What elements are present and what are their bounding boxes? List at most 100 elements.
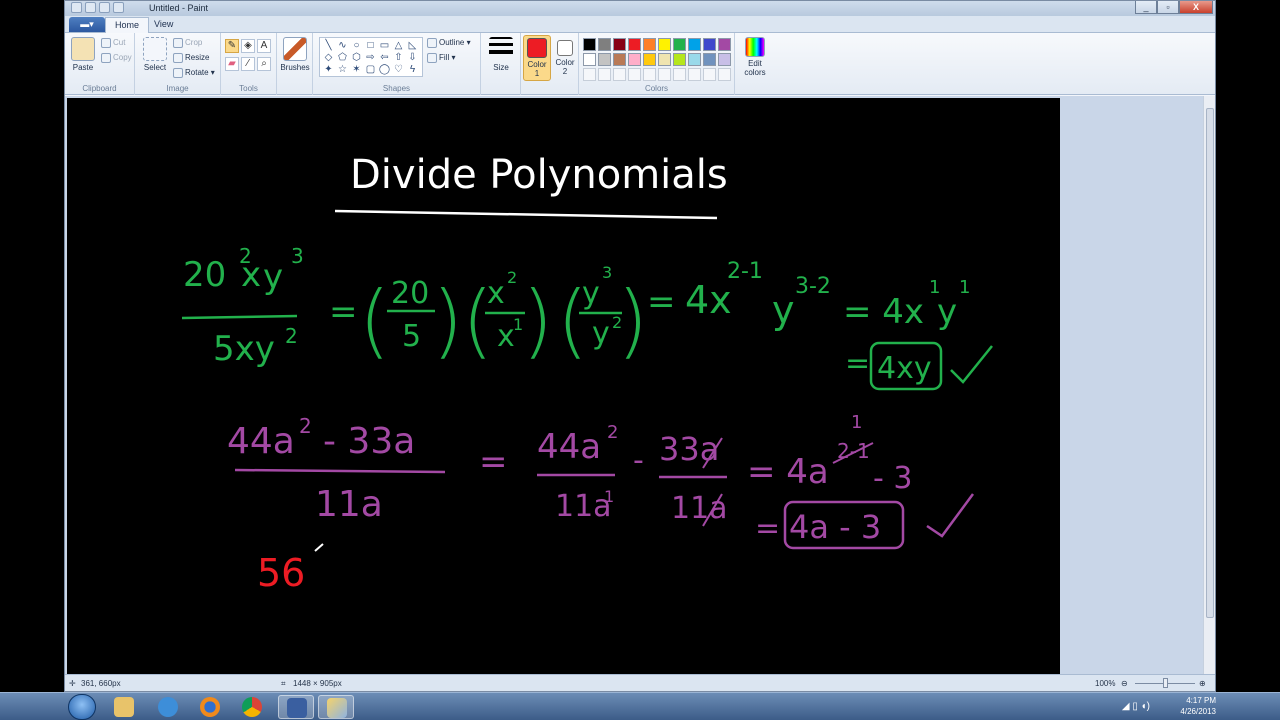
- shape-option-icon[interactable]: ◺: [406, 40, 419, 51]
- cut-button[interactable]: Cut: [101, 38, 125, 48]
- save-icon[interactable]: [85, 2, 96, 13]
- shape-option-icon[interactable]: ⇧: [392, 52, 405, 63]
- taskbar-ie[interactable]: [150, 695, 186, 719]
- maximize-button[interactable]: ▫: [1157, 1, 1179, 14]
- empty-color-swatch[interactable]: [688, 68, 701, 81]
- taskbar-paint[interactable]: [318, 695, 354, 719]
- empty-color-swatch[interactable]: [673, 68, 686, 81]
- scrollbar-thumb[interactable]: [1206, 108, 1214, 618]
- empty-color-swatch[interactable]: [628, 68, 641, 81]
- color-swatch[interactable]: [688, 38, 701, 51]
- edit-colors-button[interactable]: Edit colors: [738, 37, 772, 77]
- color-swatch[interactable]: [703, 38, 716, 51]
- zoom-out-icon[interactable]: ⊖: [1121, 679, 1128, 688]
- shape-option-icon[interactable]: ○: [350, 40, 363, 51]
- color-swatch[interactable]: [718, 38, 731, 51]
- shape-option-icon[interactable]: △: [392, 40, 405, 51]
- shape-option-icon[interactable]: ⬠: [336, 52, 349, 63]
- empty-color-swatch[interactable]: [643, 68, 656, 81]
- tab-view[interactable]: View: [145, 17, 182, 33]
- rotate-button[interactable]: Rotate ▾: [173, 68, 215, 78]
- zoom-in-icon[interactable]: ⊕: [1199, 679, 1206, 688]
- empty-color-swatch[interactable]: [703, 68, 716, 81]
- shape-option-icon[interactable]: ☆: [336, 64, 349, 75]
- clock[interactable]: 4:17 PM 4/26/2013: [1180, 695, 1216, 717]
- fill-button[interactable]: Fill ▾: [427, 53, 455, 63]
- select-button[interactable]: Select: [141, 37, 169, 72]
- color-swatch[interactable]: [613, 53, 626, 66]
- shape-option-icon[interactable]: ∿: [336, 40, 349, 51]
- example-1: 20 x 2 y 3 5xy 2 = ( 20 5 ) (x 2 x 1) …: [181, 244, 993, 391]
- color-swatch[interactable]: [643, 38, 656, 51]
- undo-icon[interactable]: [99, 2, 110, 13]
- crop-button[interactable]: Crop: [173, 38, 202, 48]
- color1-button[interactable]: Color 1: [523, 35, 551, 81]
- shape-option-icon[interactable]: ▭: [378, 40, 391, 51]
- color-picker-icon[interactable]: ⁄: [241, 57, 255, 71]
- ex1-step2-coef: 4x: [685, 278, 732, 322]
- shape-option-icon[interactable]: ◇: [322, 52, 335, 63]
- shape-option-icon[interactable]: ⬡: [350, 52, 363, 63]
- redo-icon[interactable]: [113, 2, 124, 13]
- color-swatch[interactable]: [673, 53, 686, 66]
- brushes-button[interactable]: Brushes: [280, 37, 310, 72]
- color-swatch[interactable]: [613, 38, 626, 51]
- outline-button[interactable]: Outline ▾: [427, 38, 471, 48]
- color2-button[interactable]: Color 2: [552, 37, 578, 76]
- pencil-icon[interactable]: ✎: [225, 39, 239, 53]
- drawing-canvas[interactable]: Divide Polynomials 20 x 2 y 3 5xy 2 = (: [67, 98, 1060, 676]
- empty-color-swatch[interactable]: [718, 68, 731, 81]
- color-swatch[interactable]: [658, 38, 671, 51]
- close-button[interactable]: X: [1179, 1, 1213, 14]
- color1-number: 1: [534, 69, 540, 78]
- empty-color-swatch[interactable]: [613, 68, 626, 81]
- paste-button[interactable]: Paste: [69, 37, 97, 72]
- shape-option-icon[interactable]: □: [364, 40, 377, 51]
- shape-option-icon[interactable]: ♡: [392, 64, 405, 75]
- color-swatch[interactable]: [688, 53, 701, 66]
- color-swatch[interactable]: [583, 53, 596, 66]
- paint-app-icon[interactable]: [71, 2, 82, 13]
- shape-option-icon[interactable]: ◯: [378, 64, 391, 75]
- empty-color-swatch[interactable]: [598, 68, 611, 81]
- magnifier-icon[interactable]: ⌕: [257, 57, 271, 71]
- taskbar-firefox[interactable]: [192, 695, 228, 719]
- taskbar-explorer[interactable]: [106, 695, 142, 719]
- vertical-scrollbar[interactable]: [1203, 96, 1215, 676]
- shape-option-icon[interactable]: ϟ: [406, 64, 419, 75]
- color-swatch[interactable]: [583, 38, 596, 51]
- resize-button[interactable]: Resize: [173, 53, 209, 63]
- zoom-slider-thumb[interactable]: [1163, 678, 1168, 688]
- empty-color-swatch[interactable]: [583, 68, 596, 81]
- shape-option-icon[interactable]: ⇦: [378, 52, 391, 63]
- color-swatch[interactable]: [598, 53, 611, 66]
- color-swatch[interactable]: [718, 53, 731, 66]
- color-swatch[interactable]: [643, 53, 656, 66]
- shape-option-icon[interactable]: ⇩: [406, 52, 419, 63]
- color-swatch[interactable]: [628, 53, 641, 66]
- copy-button[interactable]: Copy: [101, 53, 132, 63]
- color-swatch[interactable]: [703, 53, 716, 66]
- title-bar[interactable]: Untitled - Paint _ ▫ X: [65, 1, 1215, 16]
- shape-option-icon[interactable]: ╲: [322, 40, 335, 51]
- minimize-button[interactable]: _: [1135, 1, 1157, 14]
- text-tool-icon[interactable]: A: [257, 39, 271, 53]
- shape-option-icon[interactable]: ▢: [364, 64, 377, 75]
- color-swatch[interactable]: [598, 38, 611, 51]
- eraser-icon[interactable]: ▰: [225, 57, 239, 71]
- start-button[interactable]: [68, 694, 96, 720]
- shape-option-icon[interactable]: ⇨: [364, 52, 377, 63]
- system-tray-icons[interactable]: ◢ ▯ ◖): [1122, 701, 1150, 712]
- empty-color-swatch[interactable]: [658, 68, 671, 81]
- color-swatch[interactable]: [658, 53, 671, 66]
- taskbar-save-app[interactable]: [278, 695, 314, 719]
- color-swatch[interactable]: [673, 38, 686, 51]
- taskbar-chrome[interactable]: [234, 695, 270, 719]
- shape-option-icon[interactable]: ✦: [322, 64, 335, 75]
- tab-home[interactable]: Home: [105, 17, 150, 33]
- shape-option-icon[interactable]: ✶: [350, 64, 363, 75]
- size-button[interactable]: Size: [486, 37, 516, 72]
- color-swatch[interactable]: [628, 38, 641, 51]
- paint-menu-button[interactable]: ▬▾: [69, 17, 105, 32]
- fill-bucket-icon[interactable]: ◈: [241, 39, 255, 53]
